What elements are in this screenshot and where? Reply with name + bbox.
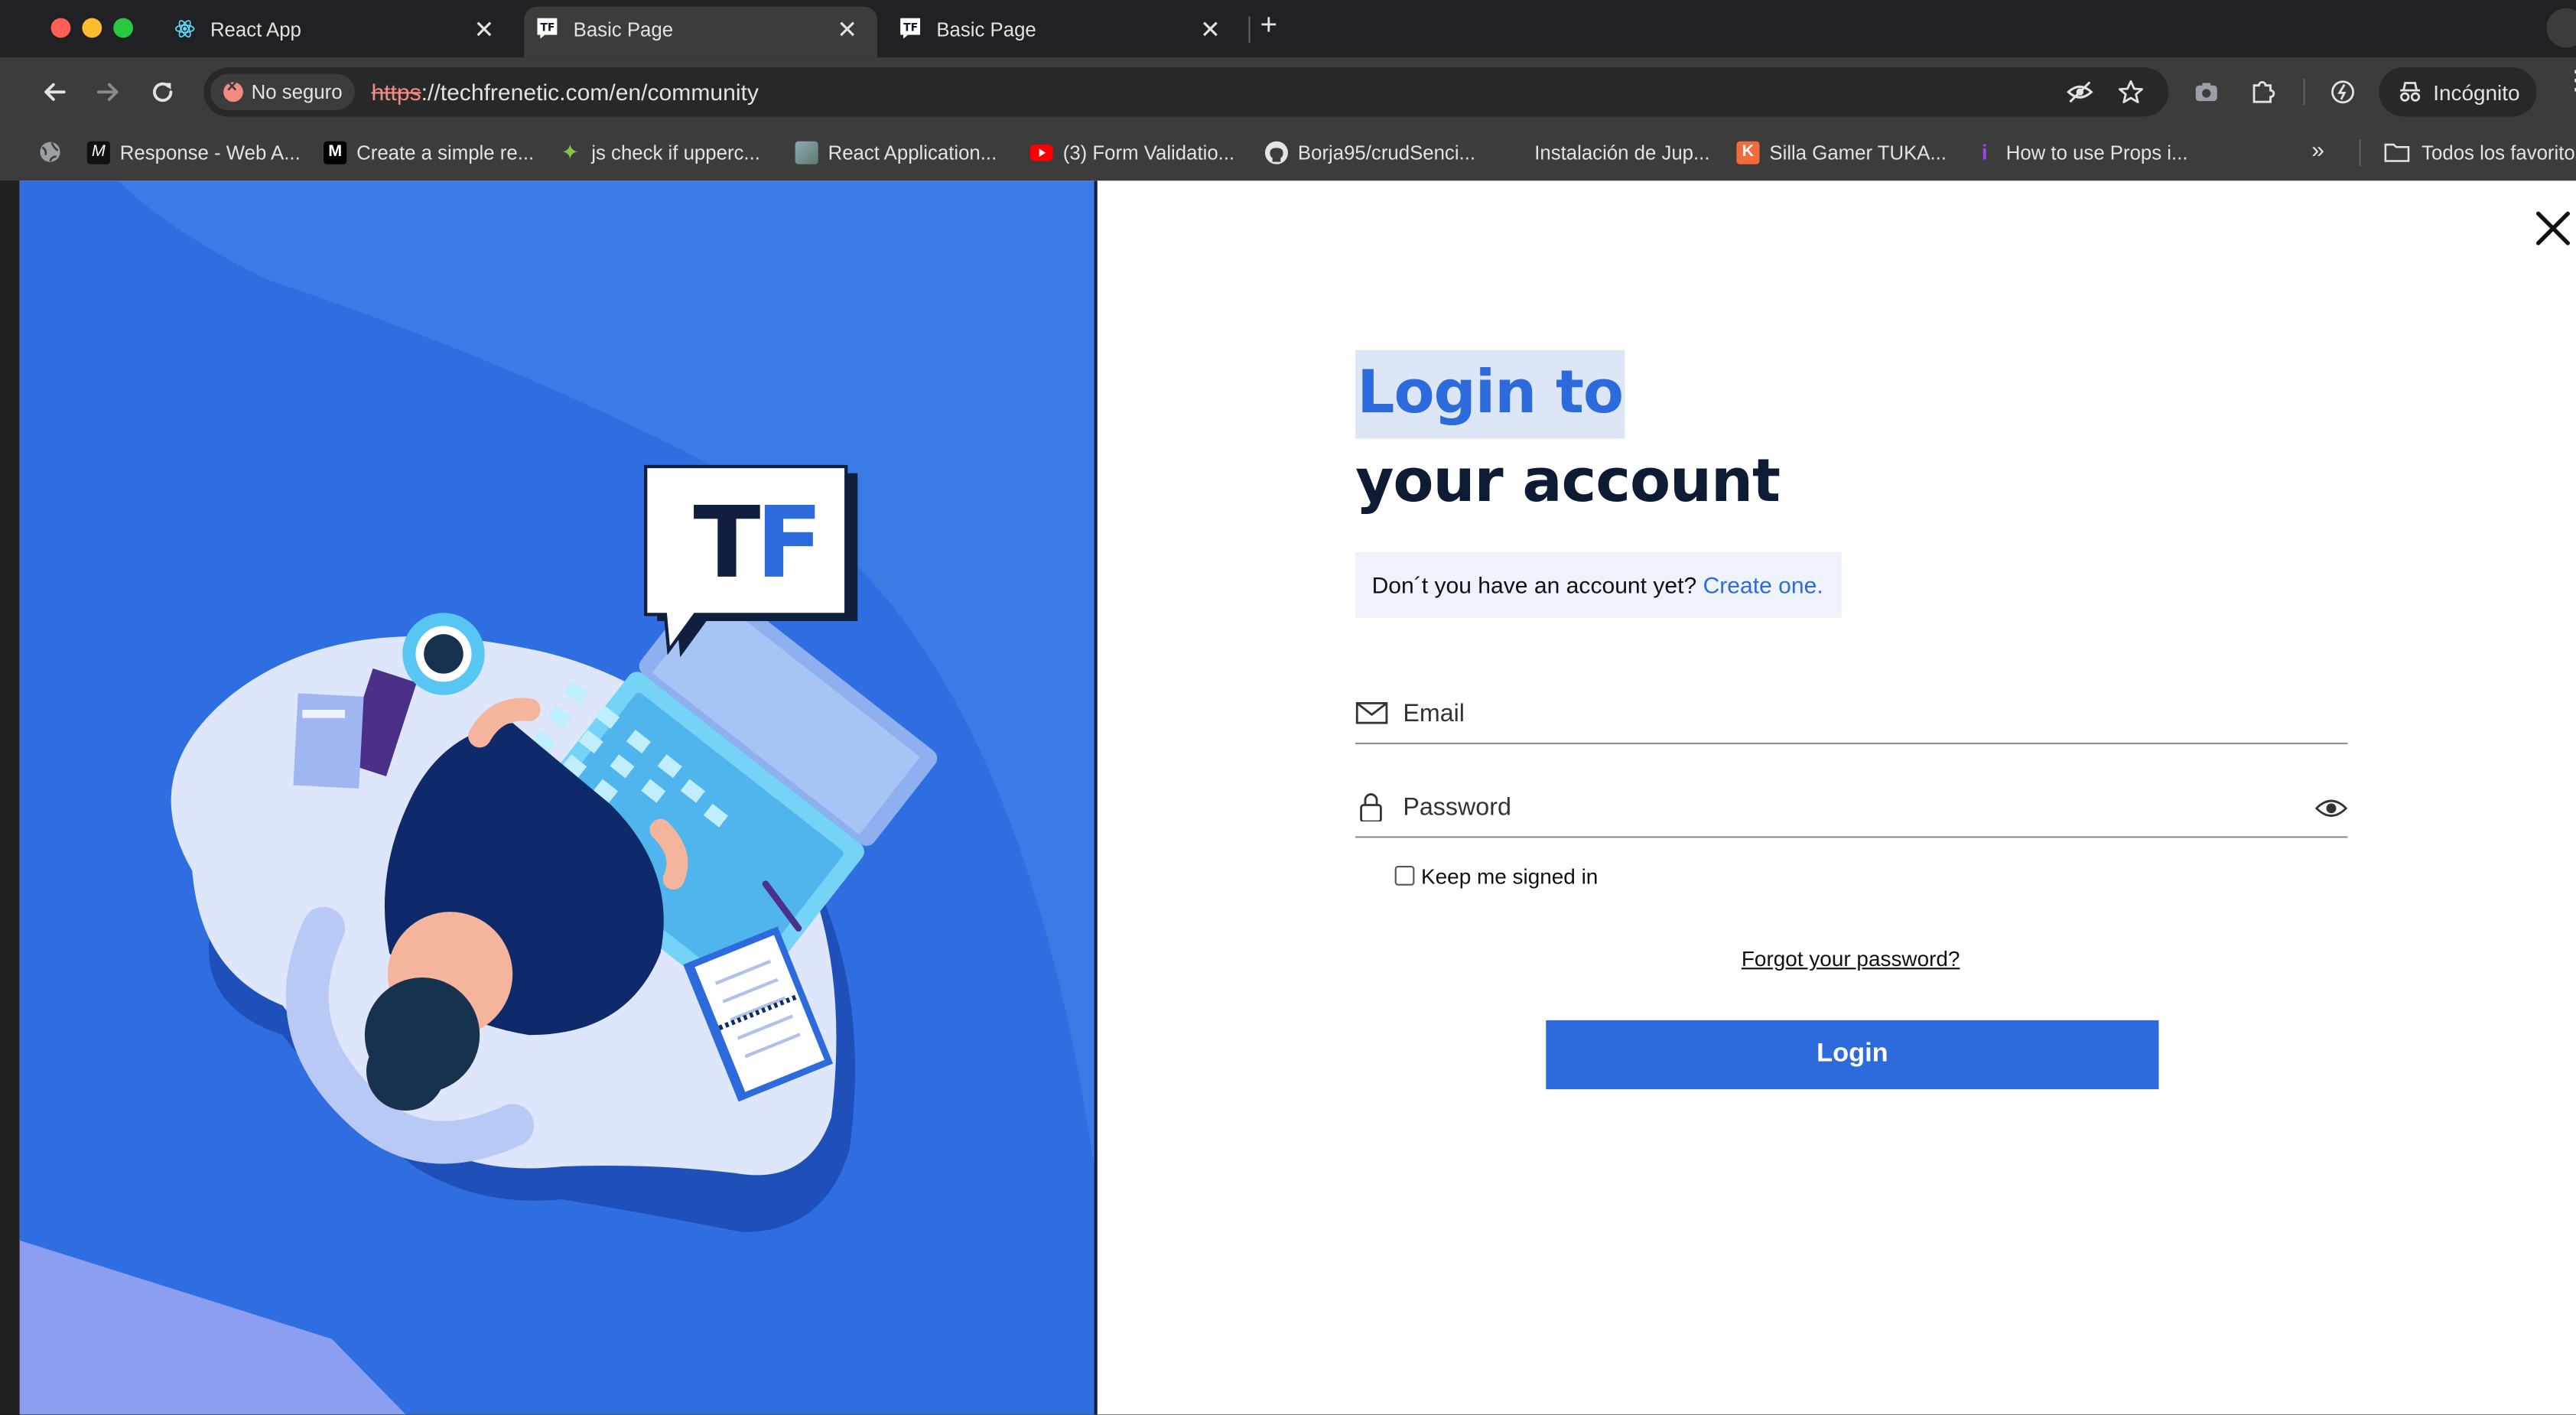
- incognito-label: Incógnito: [2433, 80, 2520, 106]
- github-icon: [1264, 141, 1289, 164]
- toolbar-separator: [2303, 79, 2305, 106]
- more-bookmarks-icon[interactable]: »: [2311, 136, 2324, 162]
- folder-icon: [2384, 143, 2410, 162]
- m-icon: M: [86, 141, 110, 164]
- techfrenetic-icon: TF: [537, 18, 558, 39]
- bookmark-label: Instalación de Jup...: [1534, 141, 1710, 164]
- sync-icon[interactable]: [2330, 79, 2356, 105]
- email-field: [1355, 681, 2348, 745]
- close-window-button[interactable]: [50, 18, 71, 38]
- bookmark-label: Borja95/crudSenci...: [1297, 141, 1476, 164]
- page-title: Login to your account: [1355, 348, 1781, 529]
- tab-basic-page-active[interactable]: TF Basic Page ✕: [524, 6, 878, 58]
- folder-label: Todos los favoritos: [2422, 141, 2576, 164]
- desk-workspace-illustration: T F: [19, 181, 1094, 1415]
- close-tab-icon[interactable]: ✕: [837, 15, 857, 44]
- extensions-icon[interactable]: [2249, 79, 2275, 105]
- window-edge: [0, 181, 20, 1415]
- bookmarks-bar: M Response - Web A... M Create a simple …: [0, 126, 2576, 181]
- close-tab-icon[interactable]: ✕: [1200, 15, 1221, 44]
- password-input[interactable]: [1403, 789, 2291, 825]
- globe-icon[interactable]: [37, 140, 62, 164]
- incognito-icon: [2400, 82, 2421, 102]
- url-path: ://techfrenetic.com/en/community: [421, 79, 759, 106]
- sparkle-icon: ✦: [561, 139, 580, 164]
- k-icon: K: [1736, 141, 1760, 164]
- lock-icon: [1360, 793, 1382, 821]
- svg-text:T: T: [693, 486, 760, 600]
- security-label: No seguro: [251, 80, 343, 104]
- svg-text:F: F: [756, 486, 823, 600]
- screen: React App ✕ TF Basic Page ✕ TF Basic Pag…: [0, 0, 2576, 1415]
- password-field: [1355, 776, 2348, 838]
- bookmark-label: (3) Form Validatio...: [1062, 141, 1235, 164]
- image-icon: [795, 141, 818, 164]
- youtube-icon: [1029, 145, 1053, 161]
- medium-icon: M: [324, 141, 347, 164]
- show-password-icon[interactable]: [2314, 797, 2348, 820]
- tab-separator: [1248, 16, 1251, 43]
- login-panel: Login to your account Don´t you have an …: [1097, 181, 2576, 1415]
- bookmark-label: js check if upperc...: [591, 141, 760, 164]
- new-tab-button[interactable]: +: [1260, 8, 1278, 43]
- tab-strip: React App ✕ TF Basic Page ✕ TF Basic Pag…: [0, 0, 2576, 58]
- signup-prompt: Don´t you have an account yet? Create on…: [1355, 551, 1842, 618]
- techfrenetic-icon: TF: [900, 18, 921, 39]
- reload-icon[interactable]: [148, 77, 177, 107]
- forward-icon[interactable]: [93, 77, 123, 107]
- tab-title: Basic Page: [573, 18, 674, 41]
- svg-text:TF: TF: [903, 22, 918, 34]
- blank-icon: [1501, 142, 1524, 164]
- star-icon[interactable]: [2118, 79, 2144, 105]
- camera-icon[interactable]: [2194, 79, 2220, 105]
- title-line-1: Login to: [1355, 350, 1625, 439]
- tab-title: Basic Page: [936, 18, 1036, 41]
- bookmark-label: React Application...: [828, 141, 997, 164]
- kebab-menu-icon[interactable]: ⋮: [2563, 68, 2576, 94]
- page-viewport: T F TF Login to your account Don´t you h…: [19, 181, 2576, 1415]
- email-input[interactable]: [1403, 694, 2291, 731]
- url-text[interactable]: https://techfrenetic.com/en/community: [371, 79, 758, 105]
- maximize-window-button[interactable]: [113, 18, 133, 38]
- tab-react-app[interactable]: React App ✕: [161, 7, 515, 58]
- signup-question: Don´t you have an account yet?: [1371, 571, 1697, 598]
- close-tab-icon[interactable]: ✕: [474, 15, 495, 44]
- svg-text:TF: TF: [540, 22, 555, 34]
- bookmarks-separator: [2359, 139, 2361, 166]
- bookmark-label: Response - Web A...: [119, 141, 301, 164]
- tab-title: React App: [210, 18, 301, 41]
- bookmark-label: How to use Props i...: [2005, 141, 2188, 164]
- tab-basic-page[interactable]: TF Basic Page ✕: [887, 7, 1241, 58]
- not-secure-icon: [223, 77, 243, 102]
- security-chip[interactable]: No seguro: [210, 73, 355, 110]
- url-protocol: https: [371, 79, 421, 106]
- incognito-badge[interactable]: Incógnito: [2379, 67, 2537, 117]
- bookmark-label: Silla Gamer TUKA...: [1769, 141, 1947, 164]
- back-icon[interactable]: [40, 77, 70, 107]
- hero-illustration: T F TF: [19, 181, 1094, 1415]
- browser-toolbar: No seguro https://techfrenetic.com/en/co…: [0, 57, 2576, 127]
- create-account-link[interactable]: Create one.: [1703, 572, 1823, 598]
- forgot-password-link[interactable]: Forgot your password?: [1742, 946, 1960, 971]
- bookmark-label: Create a simple re...: [356, 141, 535, 164]
- eye-slash-icon[interactable]: [2067, 79, 2093, 105]
- keep-signed-in-checkbox[interactable]: [1394, 865, 1415, 886]
- close-icon[interactable]: [2533, 209, 2573, 249]
- info-icon: i: [1981, 139, 1988, 164]
- address-bar[interactable]: No seguro https://techfrenetic.com/en/co…: [203, 67, 2169, 117]
- login-button[interactable]: Login: [1546, 1020, 2159, 1090]
- title-line-2: your account: [1355, 448, 1781, 516]
- tab-search-button[interactable]: [2546, 8, 2576, 48]
- keep-signed-in-label: Keep me signed in: [1421, 864, 1599, 890]
- minimize-window-button[interactable]: [82, 18, 102, 38]
- envelope-icon: [1355, 701, 1388, 724]
- react-icon: [174, 20, 195, 37]
